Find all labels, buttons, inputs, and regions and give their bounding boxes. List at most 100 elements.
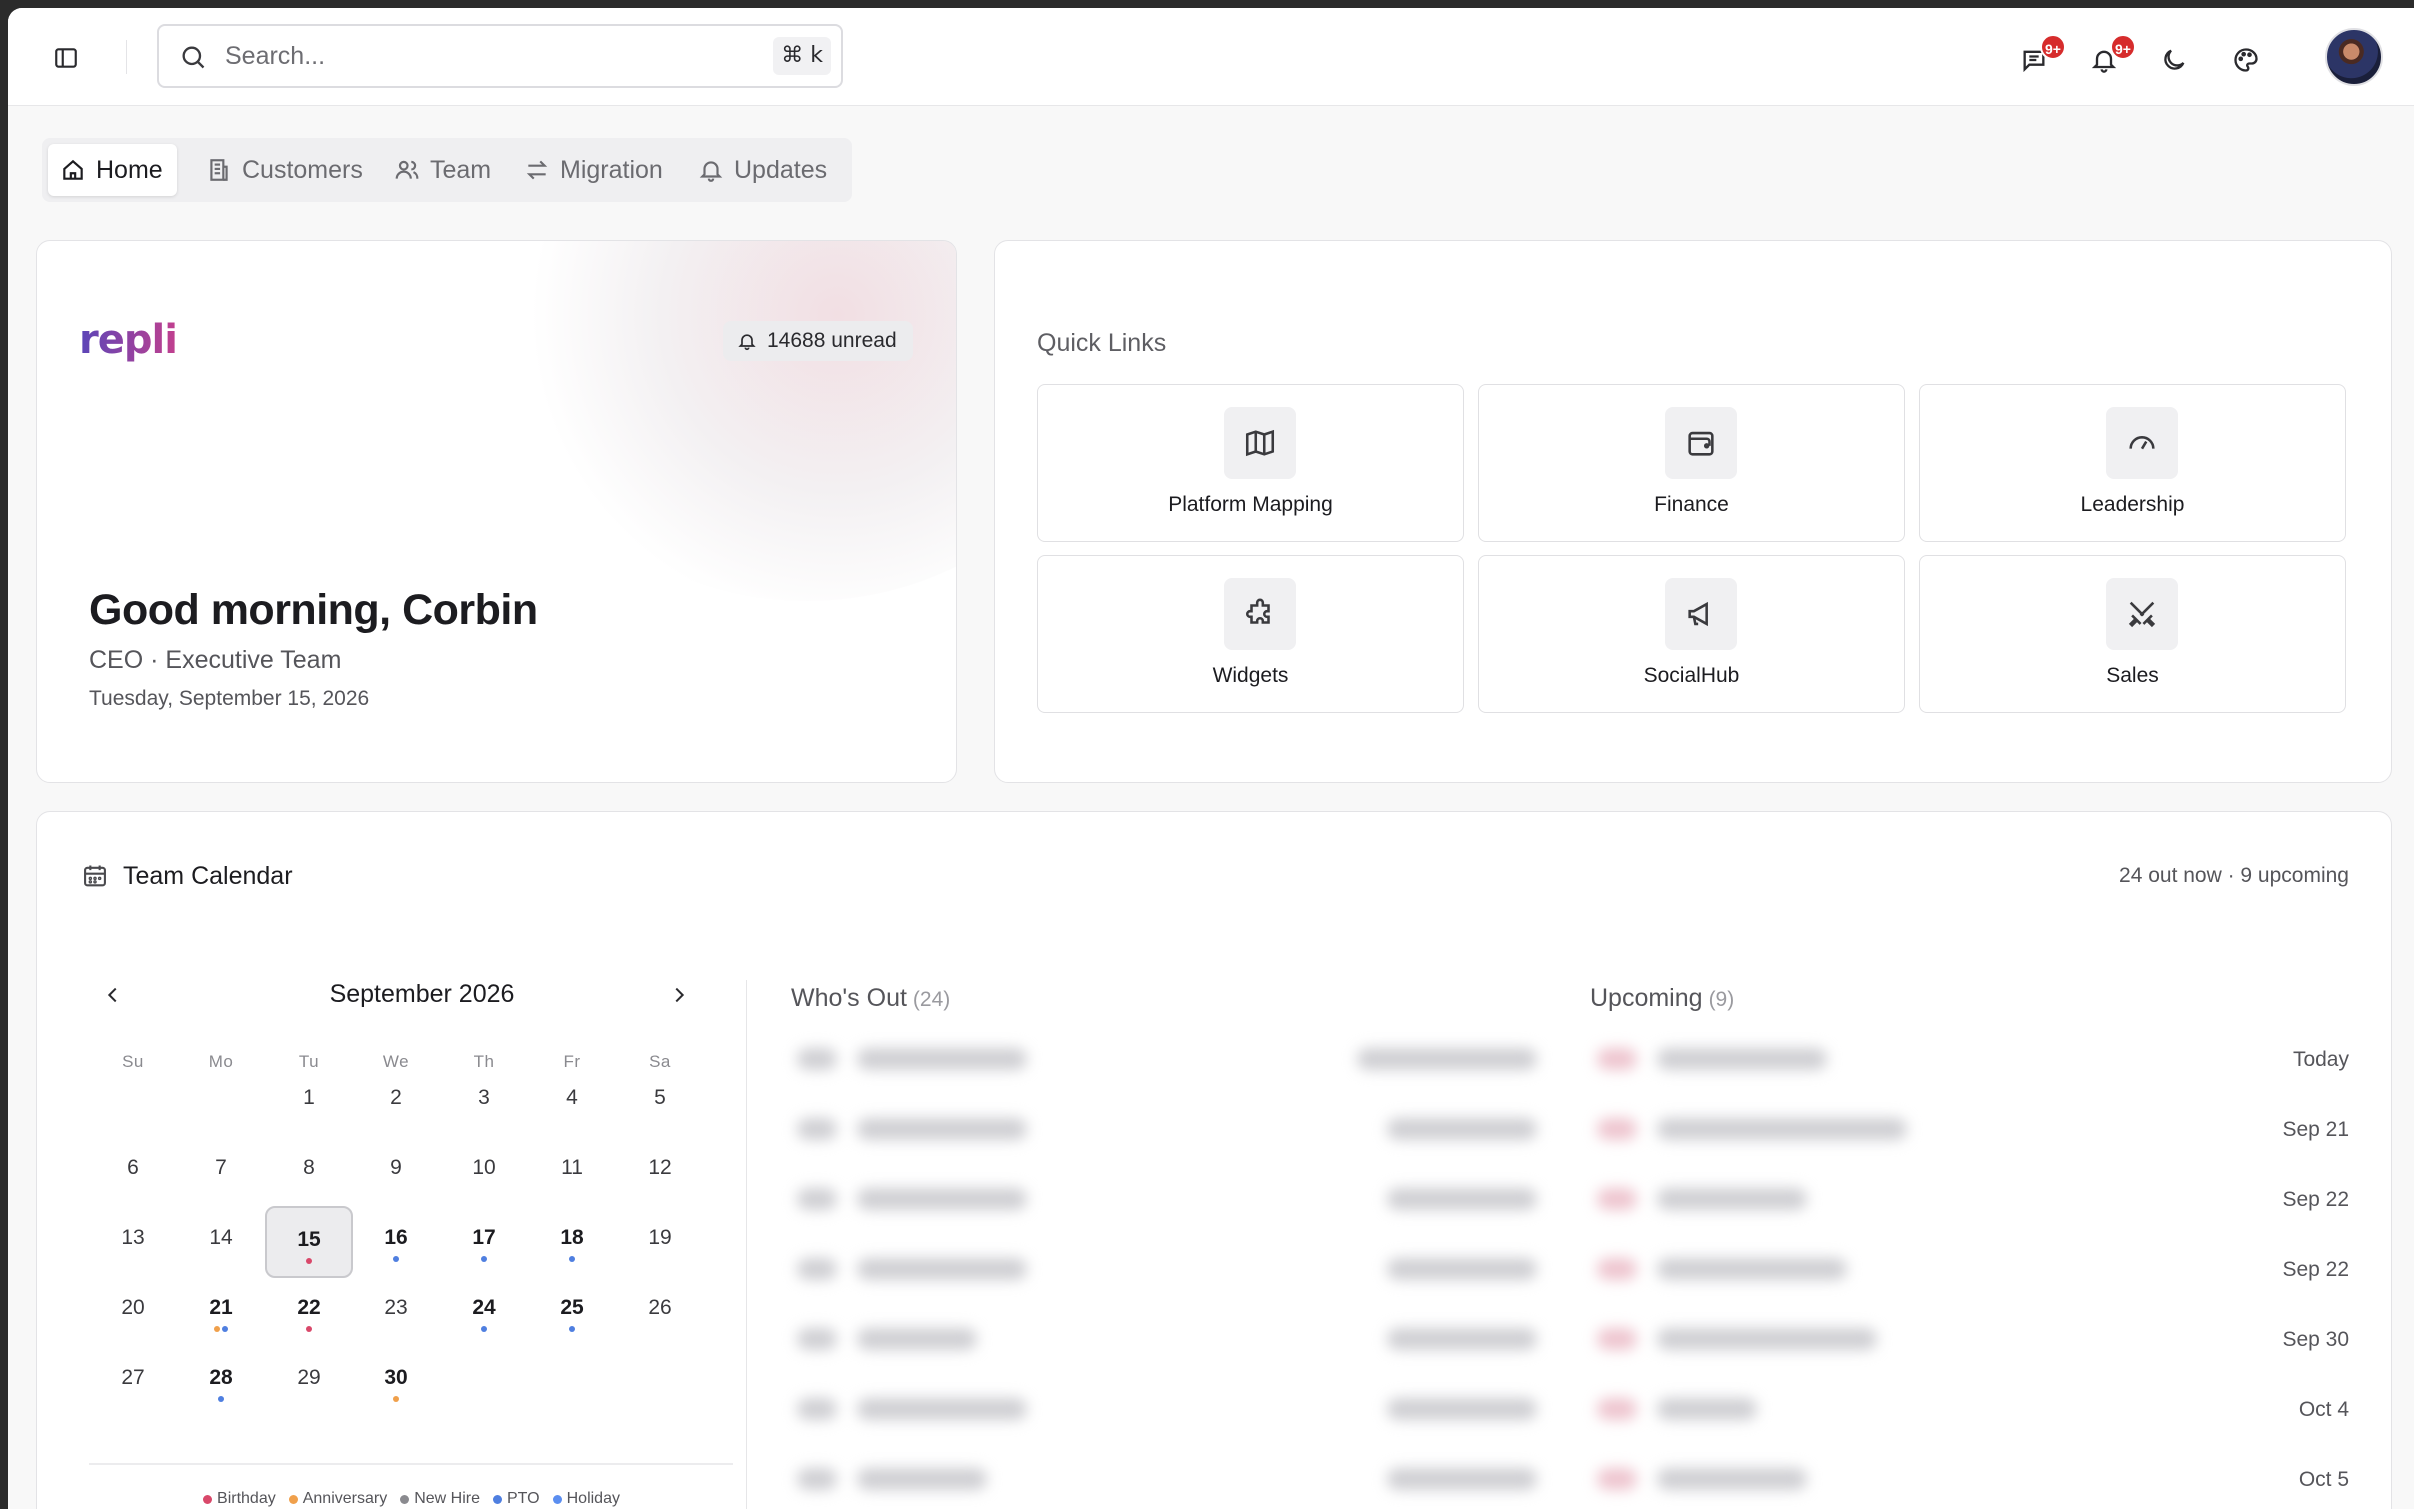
day-number: 20: [121, 1296, 145, 1319]
calendar-day[interactable]: 30: [352, 1346, 440, 1418]
calendar-day[interactable]: 4: [528, 1066, 616, 1138]
calendar-day[interactable]: 6: [89, 1136, 177, 1208]
calendar-day[interactable]: 16: [352, 1206, 440, 1278]
calendar-day[interactable]: 23: [352, 1276, 440, 1348]
next-month-button[interactable]: [661, 977, 697, 1013]
calendar-day[interactable]: 8: [265, 1136, 353, 1208]
upcoming-date: Oct 4: [2298, 1398, 2349, 1421]
decorative-glow: [507, 241, 956, 601]
calendar-day[interactable]: 14: [177, 1206, 265, 1278]
calendar-day[interactable]: 20: [89, 1276, 177, 1348]
calendar-day[interactable]: 13: [89, 1206, 177, 1278]
event-dot: [481, 1326, 487, 1332]
upcoming-row-redacted: [1597, 1460, 1917, 1500]
legend-label: Holiday: [566, 1490, 620, 1507]
tab-customers[interactable]: Customers: [194, 144, 377, 196]
quick-link-socialhub[interactable]: SocialHub: [1478, 555, 1905, 713]
palette-button[interactable]: [2228, 42, 2264, 78]
redacted-name: [1657, 1328, 1877, 1350]
tab-label: Updates: [734, 155, 828, 184]
calendar-day[interactable]: 15: [265, 1206, 353, 1278]
day-number: 11: [561, 1156, 583, 1179]
calendar-day[interactable]: 10: [440, 1136, 528, 1208]
weekday-label: Su: [122, 1052, 144, 1071]
legend-label: PTO: [507, 1490, 540, 1507]
upcoming-row-redacted: [1597, 1180, 1917, 1220]
redacted-icon: [1597, 1048, 1637, 1070]
quick-link-sales[interactable]: Sales: [1919, 555, 2346, 713]
legend-divider: [89, 1463, 733, 1465]
redacted-name: [857, 1328, 977, 1350]
theme-toggle-button[interactable]: [2156, 42, 2192, 78]
tile-label: Leadership: [2080, 493, 2185, 516]
unread-badge[interactable]: 14688 unread: [723, 321, 913, 361]
calendar-day[interactable]: 17: [440, 1206, 528, 1278]
calendar-day[interactable]: 7: [177, 1136, 265, 1208]
calendar-day[interactable]: 21: [177, 1276, 265, 1348]
notifications-button[interactable]: 9+: [2086, 34, 2136, 78]
calendar-day[interactable]: 9: [352, 1136, 440, 1208]
event-dot: [393, 1256, 399, 1262]
calendar-day[interactable]: 19: [616, 1206, 704, 1278]
calendar-day[interactable]: 11: [528, 1136, 616, 1208]
team-calendar-card: Team Calendar 24 out now · 9 upcoming Se…: [36, 811, 2392, 1509]
upcoming-date: Oct 5: [2298, 1468, 2349, 1491]
quick-link-finance[interactable]: Finance: [1478, 384, 1905, 542]
tab-team[interactable]: Team: [382, 144, 505, 196]
calendar-day[interactable]: 29: [265, 1346, 353, 1418]
sidebar-toggle-button[interactable]: [46, 38, 86, 78]
day-number: 30: [384, 1366, 408, 1389]
calendar-day[interactable]: 25: [528, 1276, 616, 1348]
upcoming-date: Sep 22: [2282, 1188, 2349, 1211]
tab-updates[interactable]: Updates: [686, 144, 841, 196]
redacted-name: [1657, 1188, 1807, 1210]
gauge-icon: [2129, 436, 2155, 450]
upcoming-row-redacted: [1597, 1320, 1917, 1360]
calendar-day[interactable]: 18: [528, 1206, 616, 1278]
calendar-day[interactable]: 1: [265, 1066, 353, 1138]
event-dot: [569, 1326, 575, 1332]
search-input[interactable]: [225, 36, 745, 76]
calendar-day[interactable]: 27: [89, 1346, 177, 1418]
redacted-avatar: [797, 1118, 837, 1140]
event-dot: [481, 1256, 487, 1262]
calendar-day[interactable]: 22: [265, 1276, 353, 1348]
calendar-day[interactable]: 5: [616, 1066, 704, 1138]
day-number: 25: [560, 1296, 584, 1319]
user-avatar[interactable]: [2325, 28, 2383, 86]
messages-button[interactable]: 9+: [2016, 34, 2066, 78]
day-number: 8: [303, 1156, 315, 1179]
whos-out-count: (24): [912, 988, 951, 1011]
calendar-day[interactable]: 28: [177, 1346, 265, 1418]
tab-home[interactable]: Home: [48, 144, 177, 196]
divider: [126, 40, 127, 74]
search-icon: [182, 46, 205, 69]
event-dot: [222, 1326, 228, 1332]
redacted-dates: [1387, 1328, 1537, 1350]
quick-link-leadership[interactable]: Leadership: [1919, 384, 2346, 542]
calendar-day[interactable]: 3: [440, 1066, 528, 1138]
calendar-day[interactable]: 2: [352, 1066, 440, 1138]
calendar-icon: [84, 865, 106, 887]
quick-link-widgets[interactable]: Widgets: [1037, 555, 1464, 713]
redacted-avatar: [797, 1048, 837, 1070]
search-box[interactable]: ⌘ k: [157, 24, 843, 88]
tile-label: Sales: [2106, 664, 2159, 687]
megaphone-icon: [1688, 601, 1708, 627]
redacted-name: [857, 1468, 987, 1490]
calendar-legend: Birthday Anniversary New Hire PTO Holiday: [89, 1490, 733, 1508]
redacted-name: [1657, 1118, 1907, 1140]
legend-dot: [400, 1494, 410, 1504]
legend-label: Birthday: [217, 1490, 276, 1507]
tab-migration[interactable]: Migration: [512, 144, 677, 196]
redacted-icon: [1597, 1398, 1637, 1420]
redacted-dates: [1387, 1468, 1537, 1490]
calendar-day[interactable]: 12: [616, 1136, 704, 1208]
calendar-day[interactable]: 26: [616, 1276, 704, 1348]
quick-link-platform-mapping[interactable]: Platform Mapping: [1037, 384, 1464, 542]
day-number: 26: [648, 1296, 672, 1319]
upcoming-label: Upcoming: [1590, 984, 1703, 1012]
palette-icon: [2234, 48, 2258, 72]
calendar-day[interactable]: 24: [440, 1276, 528, 1348]
legend-item: Birthday: [202, 1490, 276, 1508]
